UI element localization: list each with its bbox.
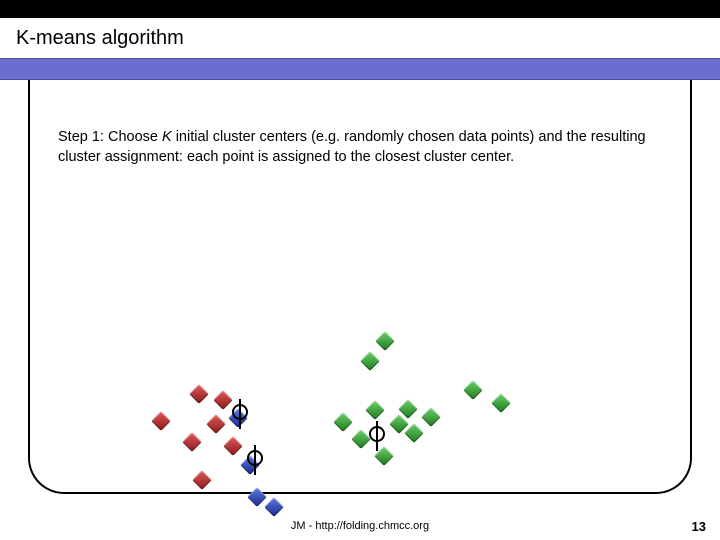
data-point xyxy=(223,436,243,456)
step-prefix: Step 1: Choose xyxy=(58,129,162,145)
title-band: K-means algorithm xyxy=(0,18,720,58)
data-point xyxy=(491,393,511,413)
data-point xyxy=(151,411,171,431)
step-text: Step 1: Choose K initial cluster centers… xyxy=(58,128,662,167)
footer-credit: JM - http://folding.chmcc.org xyxy=(0,520,720,532)
data-point xyxy=(463,380,483,400)
page-number: 13 xyxy=(692,519,706,534)
data-point xyxy=(421,407,441,427)
center-blue-mark xyxy=(247,450,263,466)
data-point xyxy=(182,432,202,452)
data-point xyxy=(375,331,395,351)
data-point xyxy=(264,497,284,517)
slide-title: K-means algorithm xyxy=(16,27,184,50)
scatter-plot xyxy=(130,294,550,514)
data-point xyxy=(404,423,424,443)
data-point xyxy=(206,414,226,434)
step-k: K xyxy=(162,129,172,145)
data-point xyxy=(247,487,267,507)
data-point xyxy=(351,429,371,449)
content-frame: Step 1: Choose K initial cluster centers… xyxy=(28,94,692,494)
center-green-mark xyxy=(369,426,385,442)
data-point xyxy=(189,384,209,404)
data-point xyxy=(333,412,353,432)
data-point xyxy=(213,390,233,410)
data-point xyxy=(365,400,385,420)
top-black-bar xyxy=(0,0,720,18)
data-point xyxy=(192,470,212,490)
accent-band xyxy=(0,58,720,80)
center-red-mark xyxy=(232,404,248,420)
data-point xyxy=(360,351,380,371)
